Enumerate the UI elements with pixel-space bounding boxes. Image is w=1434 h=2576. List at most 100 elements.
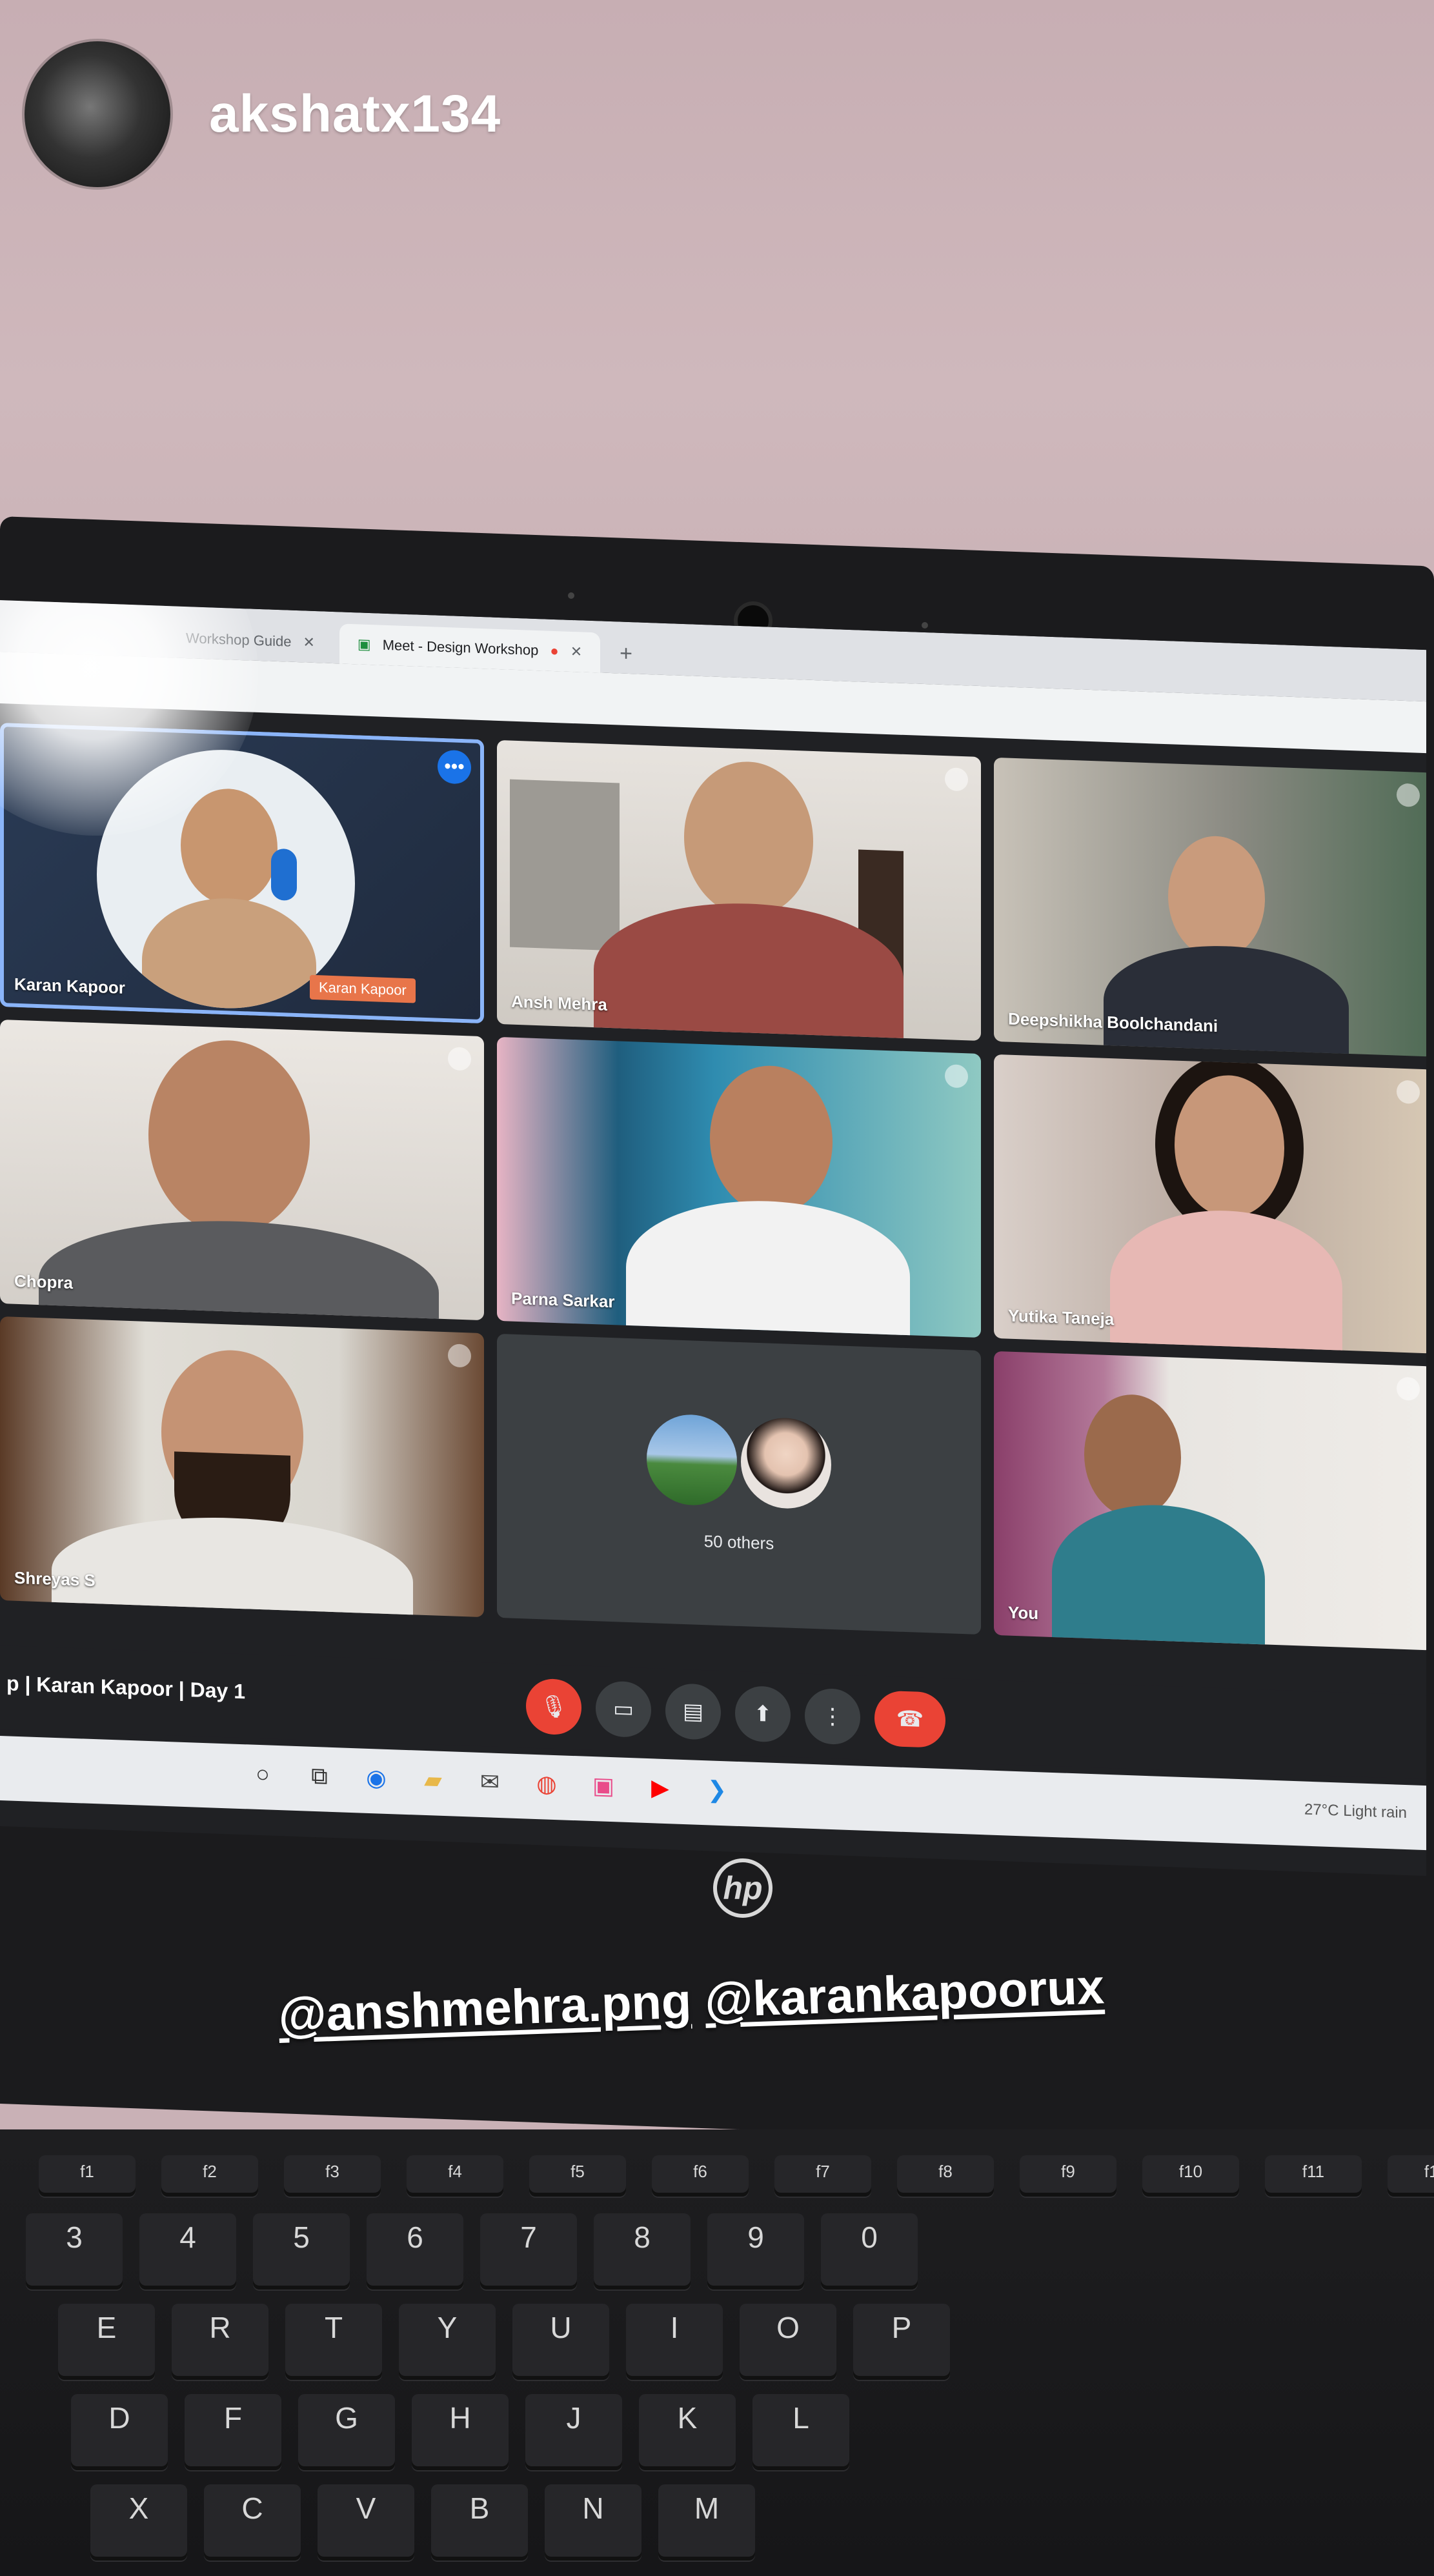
participant-tile[interactable]: Yutika Taneja <box>994 1054 1426 1354</box>
keyboard-key[interactable]: 4 <box>139 2213 236 2289</box>
keyboard-key[interactable]: 8 <box>594 2213 691 2289</box>
avatar <box>647 1413 737 1507</box>
more-icon[interactable]: ⋮ <box>805 1687 860 1746</box>
participant-tile[interactable]: Ansh Mehra <box>497 740 981 1041</box>
keyboard-key[interactable]: Y <box>399 2304 496 2380</box>
meeting-title: p | Karan Kapoor | Day 1 <box>6 1671 245 1704</box>
close-icon[interactable]: ✕ <box>303 634 314 651</box>
key-row-home: DFGHJKL <box>71 2394 849 2470</box>
vscode-icon[interactable]: ❯ <box>700 1772 734 1808</box>
person-body <box>594 898 904 1041</box>
recording-dot-icon: ● <box>550 642 559 659</box>
keyboard-key[interactable]: f9 <box>1020 2155 1116 2197</box>
keyboard-key[interactable]: U <box>512 2304 609 2380</box>
participant-tile[interactable]: Parna Sarkar <box>497 1036 981 1338</box>
close-icon[interactable]: ✕ <box>571 643 582 661</box>
keyboard-key[interactable]: F <box>185 2394 281 2470</box>
laptop-screen: Workshop Guide ✕ ▣ Meet - Design Worksho… <box>0 600 1426 1877</box>
keyboard-key[interactable]: f1 <box>39 2155 136 2197</box>
keyboard-key[interactable]: G <box>298 2394 395 2470</box>
mic-icon <box>945 1064 968 1089</box>
chrome-icon[interactable]: ◍ <box>529 1766 564 1802</box>
keyboard-key[interactable]: B <box>431 2484 528 2561</box>
keyboard-key[interactable]: I <box>626 2304 723 2380</box>
participant-video-circle <box>97 745 355 1013</box>
keyboard-key[interactable]: f3 <box>284 2155 381 2197</box>
keyboard-key[interactable]: 5 <box>253 2213 350 2289</box>
keyboard-key[interactable]: L <box>752 2394 849 2470</box>
profile-avatar[interactable] <box>25 41 170 187</box>
more-options-icon[interactable]: ••• <box>438 749 471 785</box>
participant-tile[interactable]: Deepshikha Boolchandani <box>994 757 1426 1057</box>
tab-label: Workshop Guide <box>186 630 292 650</box>
search-icon[interactable]: ○ <box>245 1756 280 1792</box>
keyboard-key[interactable]: 7 <box>480 2213 577 2289</box>
keyboard-key[interactable]: 3 <box>26 2213 123 2289</box>
plus-icon[interactable]: + <box>607 633 645 674</box>
tab-workshop-guide[interactable]: Workshop Guide ✕ <box>168 618 333 663</box>
key-row-top: ERTYUIOP <box>58 2304 950 2380</box>
participant-name: Yutika Taneja <box>1008 1305 1115 1329</box>
keyboard-key[interactable]: P <box>853 2304 950 2380</box>
end-call-icon[interactable]: ☎ <box>874 1690 945 1749</box>
meet-icon: ▣ <box>357 636 371 653</box>
captions-icon[interactable]: ▤ <box>665 1683 721 1741</box>
keyboard-key[interactable]: C <box>204 2484 301 2561</box>
keyboard-key[interactable]: J <box>525 2394 622 2470</box>
participant-tile[interactable]: Chopra <box>0 1020 484 1321</box>
keyboard-key[interactable]: X <box>90 2484 187 2561</box>
keyboard-key[interactable]: f10 <box>1142 2155 1239 2197</box>
mic-icon <box>945 767 968 792</box>
keyboard-key[interactable]: V <box>318 2484 414 2561</box>
task-view-icon[interactable]: ⧉ <box>302 1758 337 1794</box>
keyboard-key[interactable]: 0 <box>821 2213 918 2289</box>
others-tile[interactable]: 50 others <box>497 1333 981 1635</box>
keyboard-key[interactable]: O <box>740 2304 836 2380</box>
keyboard-key[interactable]: f2 <box>161 2155 258 2197</box>
keyboard-key[interactable]: 9 <box>707 2213 804 2289</box>
youtube-icon[interactable]: ▶ <box>643 1770 678 1806</box>
speaker-name-tag: Karan Kapoor <box>310 974 416 1003</box>
keyboard-key[interactable]: f12 <box>1388 2155 1434 2197</box>
edge-icon[interactable]: ◉ <box>359 1760 394 1796</box>
weather-tray[interactable]: 27°C Light rain <box>1304 1801 1407 1823</box>
app-icon[interactable]: ▣ <box>586 1768 621 1804</box>
mic-icon <box>1397 1080 1420 1104</box>
keyboard-key[interactable]: f5 <box>529 2155 626 2197</box>
keyboard-key[interactable]: f4 <box>407 2155 503 2197</box>
person-head <box>684 760 813 920</box>
camera-icon[interactable]: ▭ <box>596 1680 651 1738</box>
mic-off-icon[interactable]: 🎙 <box>526 1678 581 1736</box>
participant-tile[interactable]: ••• Karan Kapoor Karan Kapoor <box>0 723 484 1024</box>
person-body <box>626 1196 910 1338</box>
participant-tile[interactable]: Shreyas S <box>0 1316 484 1618</box>
person-body <box>1110 1207 1342 1354</box>
taskbar-icons: ○ ⧉ ◉ ▰ ✉ ◍ ▣ ▶ ❯ <box>245 1756 734 1807</box>
story-username[interactable]: akshatx134 <box>209 84 501 145</box>
meeting-controls: 🎙 ▭ ▤ ⬆ ⋮ ☎ <box>526 1678 945 1749</box>
keyboard-key[interactable]: D <box>71 2394 168 2470</box>
keyboard-key[interactable]: M <box>658 2484 755 2561</box>
keyboard-key[interactable]: N <box>545 2484 641 2561</box>
keyboard-key[interactable]: f11 <box>1265 2155 1362 2197</box>
folder-icon[interactable]: ▰ <box>416 1762 450 1798</box>
keyboard-key[interactable]: H <box>412 2394 509 2470</box>
keyboard-key[interactable]: f8 <box>897 2155 994 2197</box>
present-icon[interactable]: ⬆ <box>735 1685 791 1743</box>
sensor-dot <box>568 592 574 599</box>
key-row-fn: f1 f2 f3 f4 f5 f6 f7 f8 f9 f10 f11 f12 <box>39 2155 1434 2197</box>
keyboard-key[interactable]: R <box>172 2304 268 2380</box>
keyboard: f1 f2 f3 f4 f5 f6 f7 f8 f9 f10 f11 f12 34567890 ERT… <box>0 2129 1434 2576</box>
keyboard-key[interactable]: f6 <box>652 2155 749 2197</box>
mail-icon[interactable]: ✉ <box>472 1764 507 1800</box>
person-body <box>39 1214 439 1321</box>
participant-tile[interactable]: You <box>994 1351 1426 1651</box>
keyboard-key[interactable]: E <box>58 2304 155 2380</box>
keyboard-key[interactable]: T <box>285 2304 382 2380</box>
keyboard-key[interactable]: f7 <box>774 2155 871 2197</box>
keyboard-key[interactable]: 6 <box>367 2213 463 2289</box>
wall-poster <box>510 779 620 951</box>
keyboard-key[interactable]: K <box>639 2394 736 2470</box>
others-count: 50 others <box>703 1531 774 1553</box>
person-head <box>1168 834 1265 961</box>
